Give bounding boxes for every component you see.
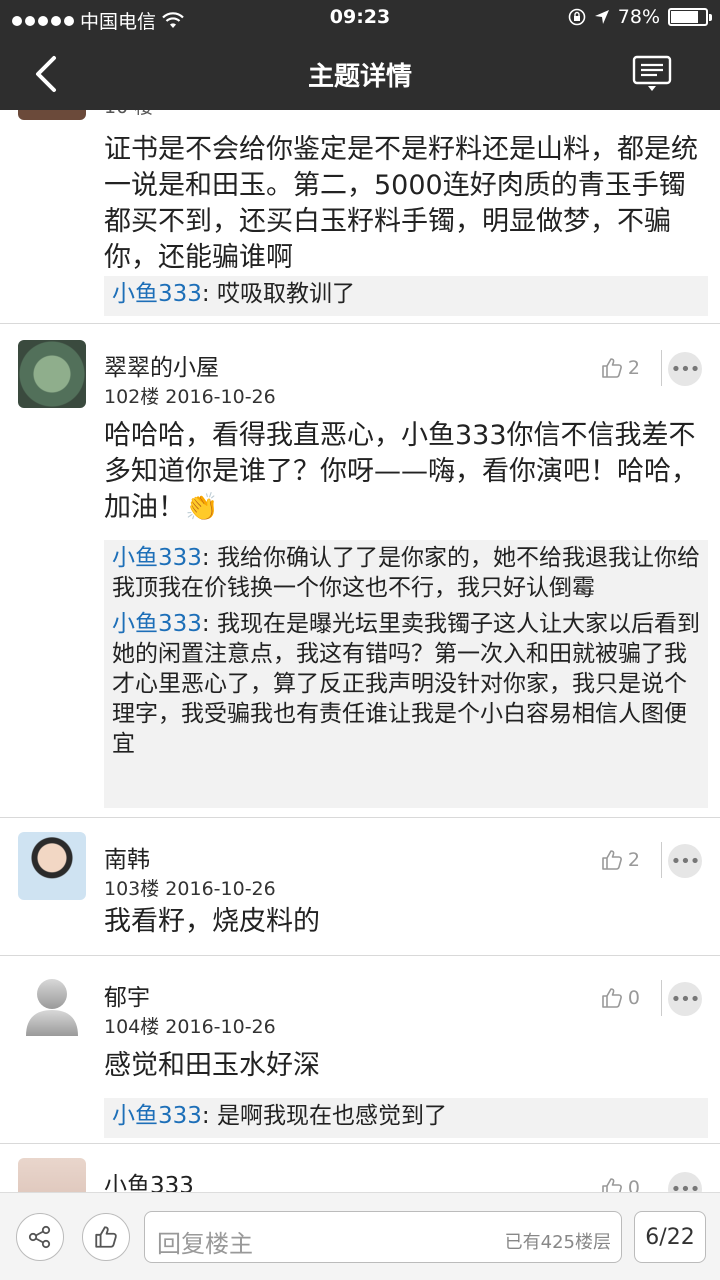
reply-input[interactable]: 回复楼主 已有425楼层 xyxy=(144,1211,622,1263)
post-meta: 103楼 2016-10-26 xyxy=(104,878,276,900)
more-options-icon[interactable]: ••• xyxy=(668,352,702,386)
username[interactable]: 小鱼333 xyxy=(104,1166,194,1192)
thumbs-up-icon xyxy=(602,1178,622,1192)
battery-percent: 78% xyxy=(617,6,660,28)
like-count: 0 xyxy=(627,1177,640,1192)
reply-author[interactable]: 小鱼333 xyxy=(112,281,202,307)
like-button[interactable]: 2 xyxy=(600,350,662,386)
reply-list: 小鱼333: 我给你确认了了是你家的，她不给我退我让你给我顶我在价钱换一个你这也… xyxy=(104,540,708,808)
username[interactable]: 南韩 xyxy=(104,840,150,874)
share-button[interactable] xyxy=(16,1213,64,1261)
post-list[interactable]: 10 楼 证书是不会给你鉴定是不是籽料还是山料，都是统一说是和田玉。第二，500… xyxy=(0,110,720,1192)
post-item: 翠翠的小屋 102楼 2016-10-26 2 ••• 哈哈哈，看得我直恶心，小… xyxy=(0,324,720,818)
comment-menu-icon[interactable] xyxy=(632,54,672,94)
reply-text: 是啊我现在也感觉到了 xyxy=(216,1103,447,1129)
thumbs-up-icon xyxy=(602,358,622,378)
reply-item[interactable]: 小鱼333: 我现在是曝光坛里卖我镯子这人让大家以后看到她的闲置注意点，我这有错… xyxy=(112,606,700,762)
reply-list: 小鱼333: 是啊我现在也感觉到了 xyxy=(104,1098,708,1138)
post-item: 小鱼333 0 ••• xyxy=(0,1144,720,1192)
reply-list: 小鱼333: 哎吸取教训了 xyxy=(104,276,708,316)
post-body: 哈哈哈，看得我直恶心，小鱼333你信不信我差不多知道你是谁了？你呀——嗨，看你演… xyxy=(104,420,698,523)
post-meta: 104楼 2016-10-26 xyxy=(104,1016,276,1038)
thumbs-up-icon xyxy=(602,850,622,870)
more-options-icon[interactable]: ••• xyxy=(668,844,702,878)
like-button[interactable]: 2 xyxy=(600,842,662,878)
username[interactable]: 郁宇 xyxy=(104,978,150,1012)
rotation-lock-icon xyxy=(568,8,586,26)
reply-placeholder: 回复楼主 xyxy=(157,1230,253,1258)
post-item: 10 楼 证书是不会给你鉴定是不是籽料还是山料，都是统一说是和田玉。第二，500… xyxy=(0,110,720,324)
like-count: 0 xyxy=(627,987,640,1009)
nav-bar: 主题详情 xyxy=(0,38,720,110)
thumbs-up-icon xyxy=(95,1226,117,1248)
post-meta: 10 楼 xyxy=(104,110,153,119)
default-avatar-icon xyxy=(26,979,78,1036)
share-icon xyxy=(28,1225,51,1249)
reply-author[interactable]: 小鱼333 xyxy=(112,611,202,637)
avatar[interactable] xyxy=(18,1158,86,1192)
bottom-toolbar: 回复楼主 已有425楼层 6/22 xyxy=(0,1192,720,1280)
like-topic-button[interactable] xyxy=(82,1213,130,1261)
reply-text: 哎吸取教训了 xyxy=(216,281,355,307)
avatar[interactable] xyxy=(18,110,86,120)
post-body: 证书是不会给你鉴定是不是籽料还是山料，都是统一说是和田玉。第二，5000连好肉质… xyxy=(104,134,698,273)
post-item: 郁宇 104楼 2016-10-26 0 ••• 感觉和田玉水好深 小鱼333:… xyxy=(0,956,720,1144)
reply-item[interactable]: 小鱼333: 是啊我现在也感觉到了 xyxy=(112,1098,700,1134)
like-button[interactable]: 0 xyxy=(600,1176,640,1192)
battery-icon xyxy=(668,8,712,26)
reply-count: 已有425楼层 xyxy=(504,1232,611,1253)
post-body: 我看籽，烧皮料的 xyxy=(104,906,320,937)
reply-item[interactable]: 小鱼333: 我给你确认了了是你家的，她不给我退我让你给我顶我在价钱换一个你这也… xyxy=(112,540,700,606)
page-title: 主题详情 xyxy=(307,62,412,92)
reply-author[interactable]: 小鱼333 xyxy=(112,1103,202,1129)
location-icon xyxy=(594,10,609,24)
username[interactable]: 翠翠的小屋 xyxy=(104,348,219,382)
post-meta: 102楼 2016-10-26 xyxy=(104,386,276,408)
reply-author[interactable]: 小鱼333 xyxy=(112,545,202,571)
more-options-icon[interactable]: ••• xyxy=(668,1172,702,1192)
reply-item[interactable]: 小鱼333: 哎吸取教训了 xyxy=(112,276,700,312)
avatar[interactable] xyxy=(18,832,86,900)
like-count: 2 xyxy=(627,357,640,379)
post-item: 南韩 103楼 2016-10-26 2 ••• 我看籽，烧皮料的 xyxy=(0,818,720,956)
post-body: 感觉和田玉水好深 xyxy=(104,1050,320,1081)
more-options-icon[interactable]: ••• xyxy=(668,982,702,1016)
avatar[interactable] xyxy=(18,340,86,408)
status-bar: 中国电信 09:23 78% xyxy=(0,0,720,38)
like-count: 2 xyxy=(627,849,640,871)
like-button[interactable]: 0 xyxy=(600,980,662,1016)
thumbs-up-icon xyxy=(602,988,622,1008)
page-indicator[interactable]: 6/22 xyxy=(634,1211,706,1263)
avatar[interactable] xyxy=(18,972,86,1040)
